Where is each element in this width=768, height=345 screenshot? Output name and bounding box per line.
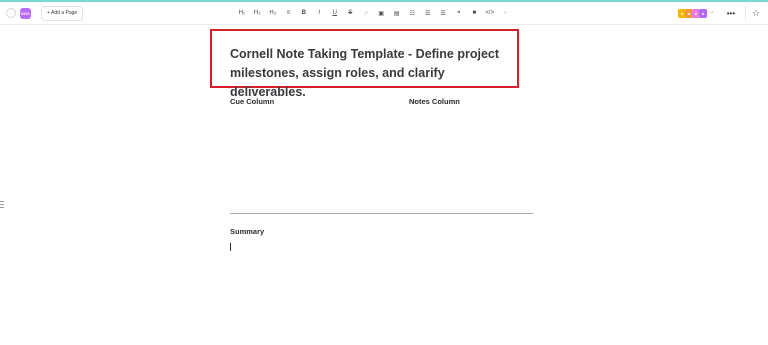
heading-1-button[interactable]: H₁ xyxy=(234,6,250,20)
drag-handle[interactable] xyxy=(0,201,4,208)
avatar: A xyxy=(698,8,707,18)
heading-3-button[interactable]: H₃ xyxy=(265,6,281,20)
arrow-right-icon: → xyxy=(708,8,715,15)
sidebar-toggle-icon[interactable] xyxy=(6,8,16,18)
star-icon[interactable]: ☆ xyxy=(752,8,760,19)
align-button[interactable]: ≡ xyxy=(281,6,297,20)
search-button[interactable]: ⌕ xyxy=(498,6,514,20)
toolbar-divider xyxy=(744,6,746,20)
embed-button[interactable]: ▤ xyxy=(389,6,405,20)
cue-column-heading[interactable]: Cue Column xyxy=(230,97,274,106)
notes-column-heading[interactable]: Notes Column xyxy=(409,97,460,106)
block-button[interactable]: ■ xyxy=(467,6,483,20)
code-button[interactable]: </> xyxy=(482,6,498,20)
table-button[interactable]: ☷ xyxy=(405,6,421,20)
bold-button[interactable]: B xyxy=(296,6,312,20)
link-button[interactable]: ↗ xyxy=(358,6,374,20)
collaborator-avatars[interactable]: A A A A → xyxy=(677,8,715,18)
add-page-button[interactable]: + Add a Page xyxy=(41,5,84,21)
doc-type-chip[interactable]: DOC xyxy=(20,7,31,19)
text-cursor[interactable] xyxy=(230,243,231,251)
toolbar-left-group: DOC + Add a Page xyxy=(6,5,84,21)
summary-heading[interactable]: Summary xyxy=(230,227,264,236)
strikethrough-button[interactable]: S xyxy=(343,6,359,20)
page-title[interactable]: Cornell Note Taking Template - Define pr… xyxy=(230,45,520,102)
heading-2-button[interactable]: H₂ xyxy=(250,6,266,20)
bullet-list-button[interactable]: ☰ xyxy=(420,6,436,20)
more-options-button[interactable]: ••• xyxy=(723,9,739,18)
numbered-list-button[interactable]: ☰ xyxy=(436,6,452,20)
underline-button[interactable]: U xyxy=(327,6,343,20)
italic-button[interactable]: I xyxy=(312,6,328,20)
editor-toolbar: DOC + Add a Page H₁ H₂ H₃ ≡ B I U S ↗ ▣ … xyxy=(0,2,768,25)
quote-button[interactable]: ❝ xyxy=(451,6,467,20)
toolbar-right-group: A A A A → ••• ☆ xyxy=(677,5,760,21)
format-toolbar: H₁ H₂ H₃ ≡ B I U S ↗ ▣ ▤ ☷ ☰ ☰ ❝ ■ </> ⌕ xyxy=(234,6,513,20)
image-button[interactable]: ▣ xyxy=(374,6,390,20)
divider-line xyxy=(230,213,533,214)
